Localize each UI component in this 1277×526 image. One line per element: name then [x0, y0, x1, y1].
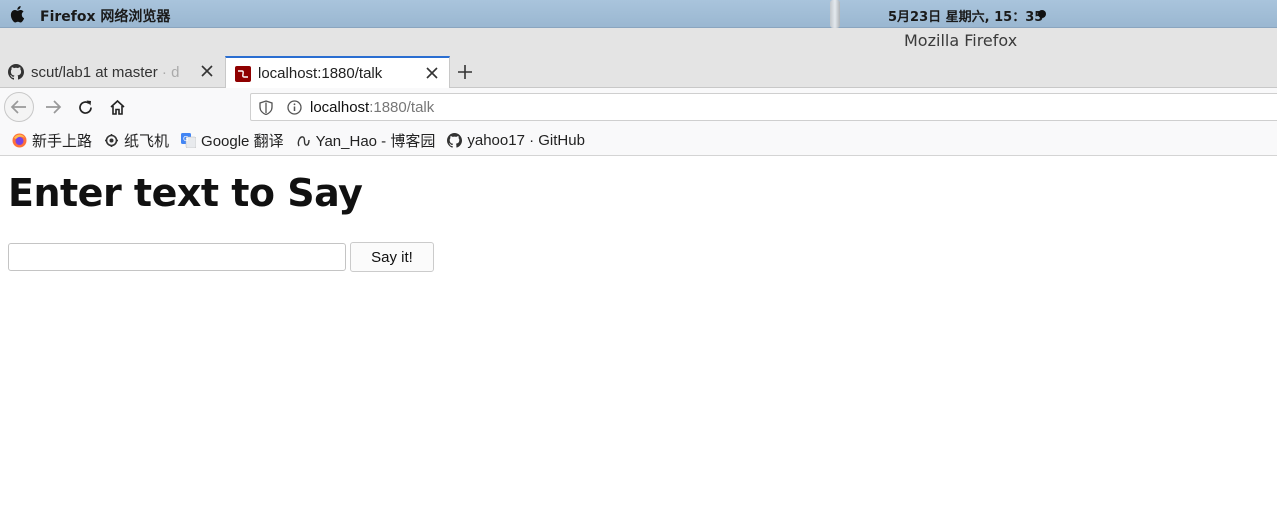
tab-title: scut/lab1 at master [31, 63, 158, 81]
say-it-button[interactable]: Say it! [350, 242, 434, 272]
back-button[interactable] [4, 92, 34, 122]
page-content: Enter text to Say Say it! [0, 157, 1277, 526]
bookmark-cnblogs[interactable]: Yan_Hao - 博客园 [296, 130, 436, 151]
tab-localhost-talk[interactable]: localhost:1880/talk [225, 56, 450, 89]
node-red-icon [235, 65, 251, 82]
tab-strip: scut/lab1 at master · d localhost:1880/t… [0, 54, 1277, 89]
close-tab-icon[interactable] [425, 66, 439, 80]
back-arrow-icon [10, 100, 26, 114]
reload-button[interactable] [70, 92, 100, 122]
bookmark-getting-started[interactable]: 新手上路 [12, 130, 92, 151]
bookmark-google-translate[interactable]: G Google 翻译 [181, 130, 284, 151]
github-icon [447, 133, 463, 148]
github-icon [8, 64, 24, 80]
url-path: :1880/talk [369, 99, 435, 116]
reload-icon [78, 100, 92, 114]
new-tab-plus-icon[interactable] [456, 63, 474, 81]
svg-text:G: G [183, 135, 188, 143]
navigation-toolbar: localhost:1880/talk [0, 88, 1277, 126]
apple-logo-icon[interactable] [10, 5, 26, 23]
active-app-name[interactable]: Firefox 网络浏览器 [40, 6, 170, 26]
google-translate-icon: G [181, 133, 197, 148]
cnblogs-icon [297, 136, 310, 147]
url-bar[interactable]: localhost:1880/talk [250, 93, 1277, 121]
bookmark-github-yahoo17[interactable]: yahoo17 · GitHub [447, 132, 585, 149]
url-host: localhost [310, 99, 370, 116]
close-tab-icon[interactable] [200, 64, 214, 78]
say-text-input[interactable] [8, 243, 346, 271]
status-indicator-icon[interactable] [1038, 10, 1046, 18]
bookmarks-toolbar: 新手上路 纸飞机 G Google 翻译 Yan_Hao - 博客园 yahoo… [0, 126, 1277, 156]
desktop-figure-decoration [830, 0, 840, 28]
home-icon [109, 99, 125, 115]
url-text[interactable]: localhost:1880/talk [310, 99, 434, 116]
tab-github-lab1[interactable]: scut/lab1 at master · d [0, 56, 224, 88]
site-info-icon[interactable] [287, 100, 302, 115]
system-menu-bar: Firefox 网络浏览器 5月23日 星期六, 15：35 [0, 0, 1277, 28]
bookmark-label: 新手上路 [32, 133, 93, 150]
forward-button[interactable] [38, 92, 68, 122]
tab-title-fade: · d [157, 63, 180, 81]
home-button[interactable] [102, 92, 132, 122]
bookmark-label: 纸飞机 [124, 133, 170, 150]
paper-plane-icon [105, 134, 119, 147]
bookmark-paper-plane[interactable]: 纸飞机 [104, 130, 169, 151]
bookmark-label: yahoo17 · GitHub [467, 132, 585, 149]
window-titlebar: Mozilla Firefox [0, 28, 1277, 54]
firefox-icon [12, 133, 27, 148]
system-clock[interactable]: 5月23日 星期六, 15：35 [888, 6, 1043, 25]
forward-arrow-icon [46, 100, 62, 114]
window-title: Mozilla Firefox [904, 31, 1018, 50]
tab-title: localhost:1880/talk [258, 65, 383, 82]
page-heading: Enter text to Say [8, 171, 363, 215]
bookmark-label: Yan_Hao - 博客园 [315, 133, 436, 150]
tracking-protection-shield-icon[interactable] [259, 100, 273, 115]
bookmark-label: Google 翻译 [201, 133, 284, 150]
